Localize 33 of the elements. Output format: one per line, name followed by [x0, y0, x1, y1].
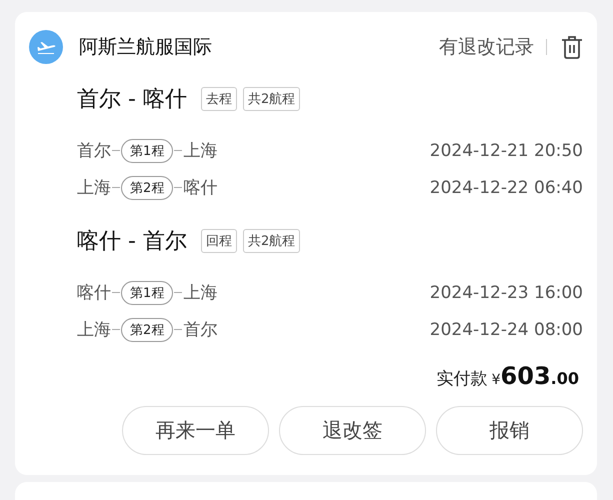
trip-tag: 共2航程 [242, 87, 300, 111]
departure-city: 喀什 [77, 282, 111, 304]
trip-tag: 去程 [200, 87, 237, 111]
arrival-city: 上海 [183, 140, 218, 162]
leg-label: 第2程 [121, 318, 174, 342]
leg-label: 第2程 [121, 176, 174, 200]
departure-time: 2024-12-24 08:00 [430, 320, 583, 340]
action-button[interactable]: 报销 [436, 406, 583, 455]
departure-time: 2024-12-23 16:00 [430, 282, 583, 302]
price-amount: 603 [500, 362, 551, 390]
delete-icon[interactable] [561, 35, 583, 59]
trip-tag: 回程 [200, 229, 237, 253]
leg-label: 第1程 [121, 280, 174, 304]
departure-time: 2024-12-21 20:50 [430, 140, 583, 160]
action-button[interactable]: 退改签 [279, 406, 426, 455]
airline-name: 阿斯兰航服国际 [79, 35, 213, 60]
departure-city: 上海 [77, 319, 111, 341]
departure-time: 2024-12-22 06:40 [430, 178, 583, 198]
arrival-city: 首尔 [183, 319, 218, 341]
price-decimal: .00 [550, 369, 579, 388]
airplane-icon [29, 30, 63, 64]
trip-tag: 共2航程 [242, 229, 300, 253]
trip-route: 喀什 - 首尔 [77, 228, 187, 256]
arrival-city: 上海 [183, 282, 218, 304]
arrival-city: 喀什 [183, 177, 218, 199]
leg-label: 第1程 [121, 138, 174, 162]
currency-symbol: ¥ [492, 372, 501, 388]
departure-city: 首尔 [77, 140, 111, 162]
change-record-link[interactable]: 有退改记录 [439, 34, 534, 60]
departure-city: 上海 [77, 177, 111, 199]
trip-route: 首尔 - 喀什 [77, 86, 187, 114]
price-label: 实付款 [436, 368, 488, 390]
action-button[interactable]: 再来一单 [122, 406, 269, 455]
